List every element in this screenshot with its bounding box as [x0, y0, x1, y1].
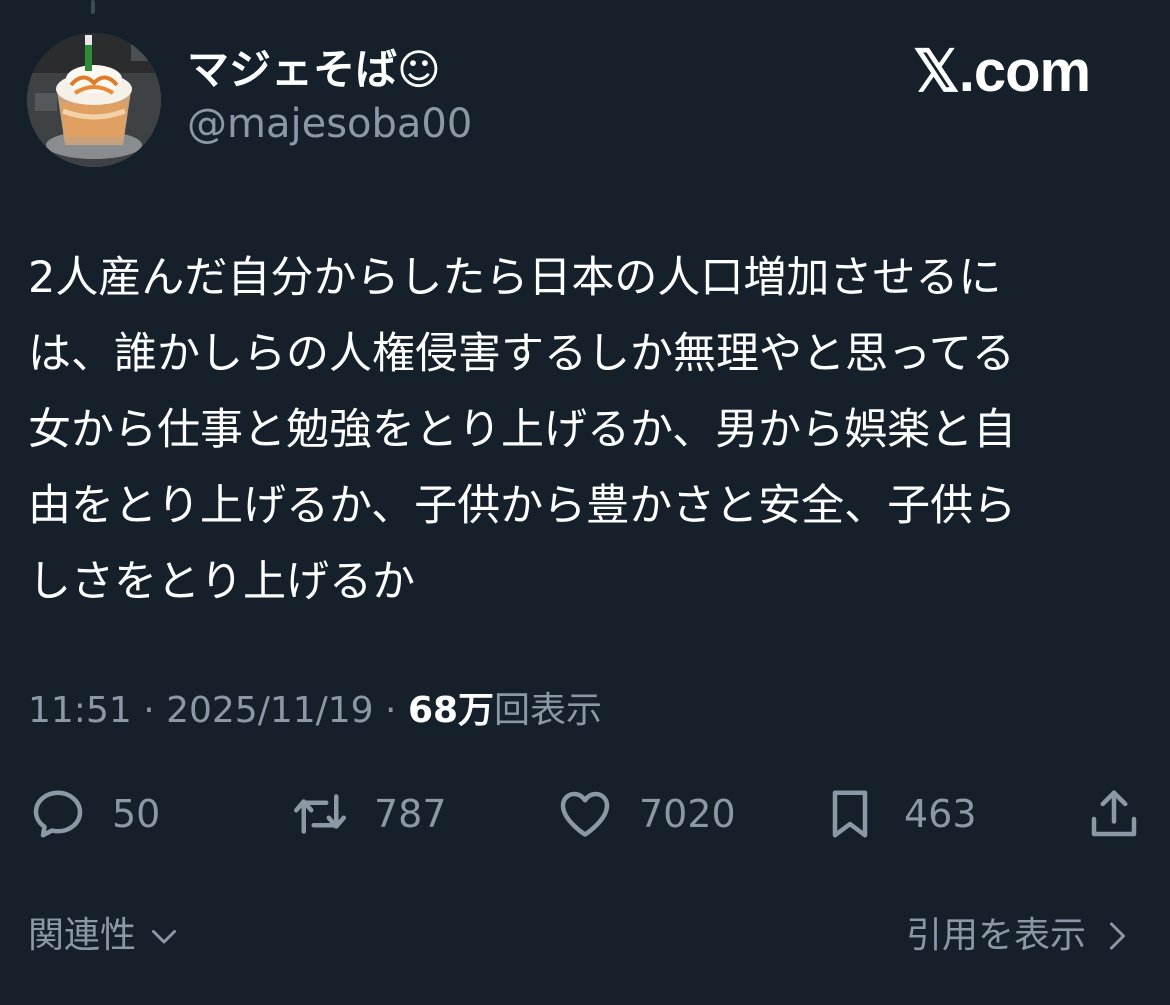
retweet-count: 787 — [374, 792, 447, 836]
like-count: 7020 — [639, 792, 736, 836]
tweet-text-line: は、誰かしらの人権侵害するしか無理やと思ってる — [28, 329, 1015, 379]
meta-separator: · — [131, 690, 167, 731]
reply-button[interactable]: 50 — [28, 784, 160, 844]
views-label: 回表示 — [494, 690, 603, 731]
x-com-brand: 𝕏.com — [913, 39, 1091, 104]
related-sort-button[interactable]: 関連性 — [28, 910, 182, 962]
quotes-label: 引用を表示 — [905, 915, 1086, 956]
chevron-right-icon — [1110, 922, 1125, 950]
avatar-image — [27, 33, 161, 167]
related-label: 関連性 — [28, 915, 137, 956]
meta-separator: · — [373, 690, 408, 731]
bookmark-icon — [832, 790, 868, 838]
retweet-button[interactable]: 787 — [290, 784, 447, 844]
author-display-name[interactable]: マジェそば☺ — [187, 44, 441, 96]
tweet-text-line: 女から仕事と勉強をとり上げるか、男から娯楽と自 — [28, 405, 1017, 455]
tweet-date[interactable]: 2025/11/19 — [166, 690, 374, 731]
tweet-time[interactable]: 11:51 — [28, 690, 132, 731]
tweet-text: 2人産んだ自分からしたら日本の人口増加させるに は、誰かしらの人権侵害するしか無… — [28, 240, 1138, 620]
tweet-text-line: 由をとり上げるか、子供から豊かさと安全、子供ら — [28, 481, 1017, 531]
view-quotes-link[interactable]: 引用を表示 — [906, 910, 1134, 962]
like-button[interactable]: 7020 — [555, 784, 736, 844]
chevron-down-icon — [152, 930, 177, 944]
tweet-meta: 11:51 · 2025/11/19 · 68万回表示 — [28, 686, 602, 736]
bookmark-count: 463 — [904, 792, 977, 836]
reply-count: 50 — [112, 792, 161, 836]
thread-connector-line — [91, 0, 95, 14]
views-count: 68万 — [407, 690, 495, 731]
bookmark-button[interactable]: 463 — [820, 784, 977, 844]
share-upload-icon — [1091, 790, 1137, 837]
heart-icon — [560, 791, 610, 837]
author-handle[interactable]: @majesoba00 — [187, 99, 472, 149]
share-button[interactable] — [1084, 784, 1144, 844]
avatar[interactable] — [27, 33, 161, 167]
tweet-text-line: しさをとり上げるか — [28, 557, 415, 607]
retweet-arrows-icon — [294, 794, 346, 834]
tweet-text-line: 2人産んだ自分からしたら日本の人口増加させるに — [28, 253, 1002, 303]
speech-bubble-icon — [33, 790, 83, 838]
